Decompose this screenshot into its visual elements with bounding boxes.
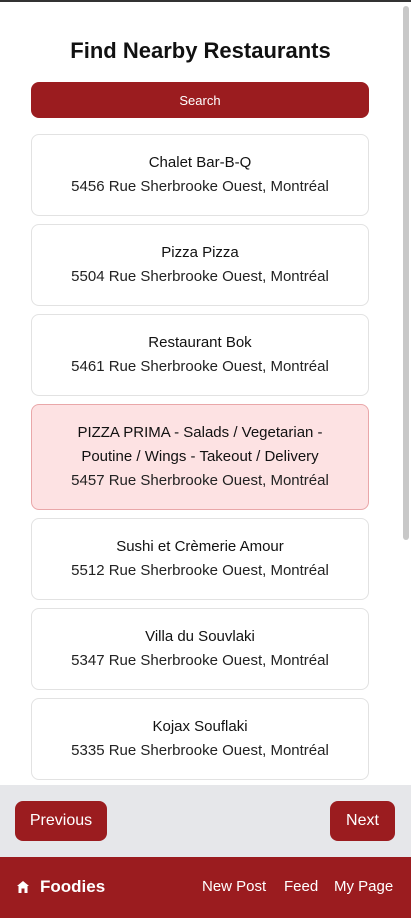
restaurant-address: 5456 Rue Sherbrooke Ouest, Montréal <box>71 178 329 195</box>
restaurant-card[interactable]: Chalet Bar-B-Q 5456 Rue Sherbrooke Ouest… <box>31 134 369 216</box>
restaurant-name: Villa du Souvlaki <box>145 628 255 645</box>
restaurant-address: 5461 Rue Sherbrooke Ouest, Montréal <box>71 358 329 375</box>
restaurant-name: Kojax Souflaki <box>152 718 248 735</box>
nav-link-feed[interactable]: Feed <box>284 878 318 895</box>
restaurant-address: 5504 Rue Sherbrooke Ouest, Montréal <box>71 268 329 285</box>
restaurant-name: Chalet Bar-B-Q <box>148 154 252 171</box>
restaurant-card[interactable]: Pizza Pizza 5504 Rue Sherbrooke Ouest, M… <box>31 224 369 306</box>
brand-link[interactable]: Foodies <box>16 877 105 897</box>
restaurant-card[interactable]: Kojax Souflaki 5335 Rue Sherbrooke Ouest… <box>31 698 369 780</box>
home-icon <box>17 881 29 893</box>
next-button[interactable]: Next <box>330 801 395 841</box>
restaurant-address: 5347 Rue Sherbrooke Ouest, Montréal <box>71 652 329 669</box>
restaurant-list: Chalet Bar-B-Q 5456 Rue Sherbrooke Ouest… <box>31 134 369 785</box>
nav-link-my-page[interactable]: My Page <box>334 878 393 895</box>
restaurant-address: 5512 Rue Sherbrooke Ouest, Montréal <box>71 562 329 579</box>
restaurant-name: PIZZA PRIMA - Salads / Vegetarian - Pout… <box>77 424 323 465</box>
search-button[interactable]: Search <box>31 82 369 118</box>
page-title: Find Nearby Restaurants <box>70 38 331 63</box>
restaurant-name: Sushi et Crèmerie Amour <box>116 538 284 555</box>
brand-name: Foodies <box>40 877 106 896</box>
restaurant-name: Pizza Pizza <box>161 244 239 261</box>
restaurant-address: 5457 Rue Sherbrooke Ouest, Montréal <box>71 472 329 489</box>
scrollbar-track[interactable] <box>401 2 411 785</box>
main-content: Find Nearby Restaurants Search Chalet Ba… <box>0 2 401 785</box>
restaurant-card[interactable]: Villa du Souvlaki 5347 Rue Sherbrooke Ou… <box>31 608 369 690</box>
restaurant-card[interactable]: Restaurant Bok 5461 Rue Sherbrooke Ouest… <box>31 314 369 396</box>
nav-link-new-post[interactable]: New Post <box>202 878 266 895</box>
restaurant-card[interactable]: Sushi et Crèmerie Amour 5512 Rue Sherbro… <box>31 518 369 600</box>
restaurant-address: 5335 Rue Sherbrooke Ouest, Montréal <box>71 742 329 759</box>
previous-button[interactable]: Previous <box>15 801 107 841</box>
scrollbar-thumb[interactable] <box>403 6 409 540</box>
bottom-navbar: Foodies New Post Feed My Page <box>0 857 411 918</box>
restaurant-name: Restaurant Bok <box>148 334 252 351</box>
restaurant-card-selected[interactable]: PIZZA PRIMA - Salads / Vegetarian - Pout… <box>31 404 369 510</box>
pagination-bar: Previous Next <box>0 785 411 857</box>
